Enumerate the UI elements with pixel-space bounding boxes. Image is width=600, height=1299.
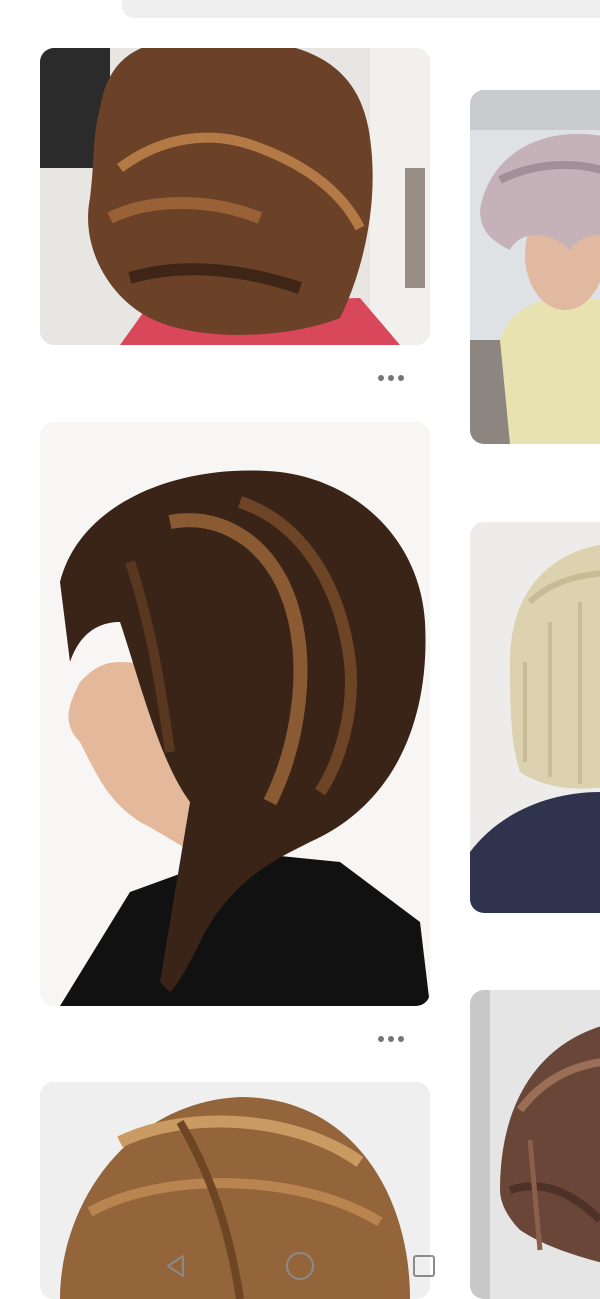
home-button[interactable] [280, 1246, 320, 1286]
search-bar[interactable] [122, 0, 600, 18]
layered-medium-haircut-photo [40, 48, 430, 345]
home-circle-icon [286, 1252, 314, 1280]
angled-bob-photo [40, 422, 430, 1006]
ellipsis-icon [378, 1036, 384, 1042]
pin-image-pixie[interactable] [470, 90, 600, 444]
ellipsis-dot [398, 375, 404, 381]
ellipsis-dot [388, 375, 394, 381]
system-navigation-bar [0, 1233, 600, 1299]
ellipsis-dot [398, 1036, 404, 1042]
pixie-cut-photo [470, 90, 600, 444]
back-button[interactable] [156, 1246, 196, 1286]
pin-image-layered-medium[interactable] [40, 48, 430, 345]
pin-more-button[interactable] [371, 1029, 411, 1049]
pin-feed-screen [0, 0, 600, 1299]
pin-image-blonde-bob[interactable] [470, 522, 600, 913]
recents-button[interactable] [404, 1246, 444, 1286]
pin-more-button[interactable] [371, 368, 411, 388]
back-triangle-icon [167, 1255, 184, 1277]
pin-image-angled-bob[interactable] [40, 422, 430, 1006]
ellipsis-icon [378, 375, 384, 381]
ellipsis-dot [388, 1036, 394, 1042]
blonde-bob-photo [470, 522, 600, 913]
recents-square-icon [413, 1255, 435, 1277]
